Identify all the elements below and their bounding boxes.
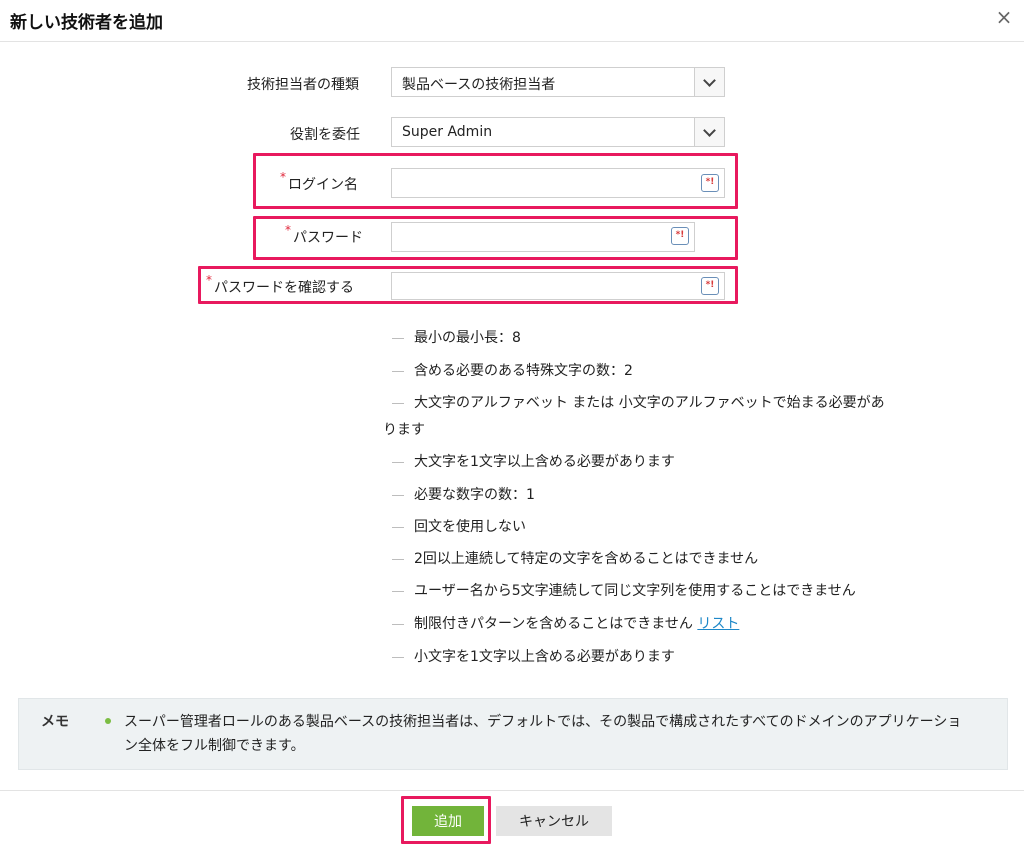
cancel-button[interactable]: キャンセル xyxy=(496,806,612,836)
dialog-title: 新しい技術者を追加 xyxy=(10,13,163,33)
dash-icon xyxy=(392,402,404,404)
dash-icon xyxy=(392,558,404,560)
required-mark: * xyxy=(285,223,291,237)
tech-type-select[interactable]: 製品ベースの技術担当者 xyxy=(391,67,725,97)
password-manager-icon[interactable]: *! xyxy=(671,227,689,245)
dash-icon xyxy=(392,590,404,592)
add-button[interactable]: 追加 xyxy=(412,806,484,836)
rule-item: 2回以上連続して特定の文字を含めることはできません xyxy=(392,548,758,568)
dialog-header: 新しい技術者を追加 × xyxy=(0,0,1024,42)
confirm-password-input[interactable]: *! xyxy=(391,272,725,300)
password-label-text: パスワード xyxy=(293,230,363,246)
confirm-label: * パスワードを確認する xyxy=(206,273,354,297)
rule-item: ユーザー名から5文字連続して同じ文字列を使用することはできません xyxy=(392,580,856,600)
rule-item: 回文を使用しない xyxy=(392,516,526,536)
chevron-down-icon[interactable] xyxy=(694,118,724,146)
memo-label: メモ xyxy=(41,714,69,730)
password-input[interactable]: *! xyxy=(391,222,695,252)
login-label-text: ログイン名 xyxy=(288,177,358,193)
chevron-down-icon[interactable] xyxy=(694,68,724,96)
login-label: * ログイン名 xyxy=(280,170,358,194)
bullet-icon xyxy=(105,718,111,724)
dash-icon xyxy=(392,337,404,339)
memo-box: メモ スーパー管理者ロールのある製品ベースの技術担当者は、デフォルトでは、その製… xyxy=(18,698,1008,770)
rule-item-continued: ります xyxy=(383,422,425,438)
role-select[interactable]: Super Admin xyxy=(391,117,725,147)
dash-icon xyxy=(392,656,404,658)
dash-icon xyxy=(392,623,404,625)
role-label: 役割を委任 xyxy=(290,127,360,143)
restricted-list-link[interactable]: リスト xyxy=(697,616,739,632)
dash-icon xyxy=(392,461,404,463)
password-manager-icon[interactable]: *! xyxy=(701,174,719,192)
close-icon[interactable]: × xyxy=(994,6,1014,28)
login-name-input[interactable]: *! xyxy=(391,168,725,198)
tech-type-value: 製品ベースの技術担当者 xyxy=(402,77,556,93)
rule-item: 最小の最小長：8 xyxy=(392,327,521,347)
dash-icon xyxy=(392,370,404,372)
required-mark: * xyxy=(280,170,286,184)
rule-item: 制限付きパターンを含めることはできません リスト xyxy=(392,613,739,633)
dash-icon xyxy=(392,526,404,528)
memo-text: スーパー管理者ロールのある製品ベースの技術担当者は、デフォルトでは、その製品で構… xyxy=(124,714,962,754)
rule-item: 必要な数字の数：1 xyxy=(392,484,535,504)
rule-item: 大文字のアルファベット または 小文字のアルファベットで始まる必要があ xyxy=(392,392,885,412)
tech-type-label: 技術担当者の種類 xyxy=(247,77,359,93)
rule-item: 小文字を1文字以上含める必要があります xyxy=(392,646,675,666)
confirm-label-text: パスワードを確認する xyxy=(214,280,354,296)
role-value: Super Admin xyxy=(402,124,493,140)
password-label: * パスワード xyxy=(285,223,363,247)
footer-divider xyxy=(0,790,1024,791)
rule-item: 大文字を1文字以上含める必要があります xyxy=(392,451,675,471)
dash-icon xyxy=(392,494,404,496)
required-mark: * xyxy=(206,273,212,287)
password-manager-icon[interactable]: *! xyxy=(701,277,719,295)
rule-item: 含める必要のある特殊文字の数：2 xyxy=(392,360,633,380)
